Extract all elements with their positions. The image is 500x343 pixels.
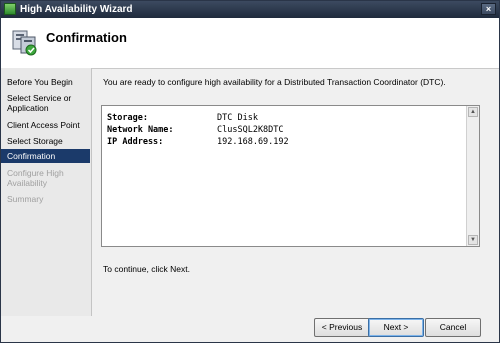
title-bar[interactable]: High Availability Wizard × bbox=[1, 1, 499, 18]
summary-key: Storage: bbox=[107, 113, 148, 123]
scroll-up-icon[interactable]: ▲ bbox=[468, 107, 478, 117]
wizard-steps-nav: Before You Begin Select Service or Appli… bbox=[1, 68, 92, 316]
nav-step-select-service[interactable]: Select Service or Application bbox=[1, 91, 90, 115]
wizard-window: High Availability Wizard × Confirmation … bbox=[0, 0, 500, 343]
summary-value: 192.168.69.192 bbox=[217, 137, 289, 147]
scroll-down-icon[interactable]: ▼ bbox=[468, 235, 478, 245]
summary-row-storage: Storage: DTC Disk bbox=[107, 113, 258, 123]
main-content: You are ready to configure high availabi… bbox=[92, 68, 499, 316]
summary-key: Network Name: bbox=[107, 125, 174, 135]
close-button[interactable]: × bbox=[481, 3, 496, 15]
intro-text: You are ready to configure high availabi… bbox=[103, 77, 446, 87]
summary-row-network-name: Network Name: ClusSQL2K8DTC bbox=[107, 125, 284, 135]
page-title: Confirmation bbox=[46, 30, 127, 45]
next-button[interactable]: Next > bbox=[368, 318, 424, 337]
confirmation-summary-box[interactable]: Storage: DTC Disk Network Name: ClusSQL2K8… bbox=[101, 105, 480, 247]
summary-value: ClusSQL2K8DTC bbox=[217, 125, 284, 135]
cancel-button[interactable]: Cancel bbox=[425, 318, 481, 337]
button-bar: < Previous Next > Cancel bbox=[1, 316, 499, 342]
nav-step-configure-ha: Configure High Availability bbox=[7, 168, 64, 188]
nav-step-client-access-point[interactable]: Client Access Point bbox=[1, 118, 90, 132]
summary-scrollbar[interactable]: ▲ ▼ bbox=[466, 106, 479, 246]
summary-row-ip-address: IP Address: 192.168.69.192 bbox=[107, 137, 289, 147]
cluster-wizard-icon bbox=[12, 30, 37, 56]
previous-button[interactable]: < Previous bbox=[314, 318, 370, 337]
window-title: High Availability Wizard bbox=[20, 4, 133, 15]
summary-value: DTC Disk bbox=[217, 113, 258, 123]
nav-step-confirmation[interactable]: Confirmation bbox=[1, 149, 90, 163]
nav-step-before-you-begin[interactable]: Before You Begin bbox=[1, 75, 90, 89]
page-header: Confirmation bbox=[1, 18, 499, 69]
wizard-app-icon bbox=[4, 3, 16, 15]
summary-key: IP Address: bbox=[107, 137, 164, 147]
continue-instruction: To continue, click Next. bbox=[103, 264, 190, 274]
nav-step-summary: Summary bbox=[7, 194, 44, 204]
nav-step-select-storage[interactable]: Select Storage bbox=[1, 134, 90, 148]
